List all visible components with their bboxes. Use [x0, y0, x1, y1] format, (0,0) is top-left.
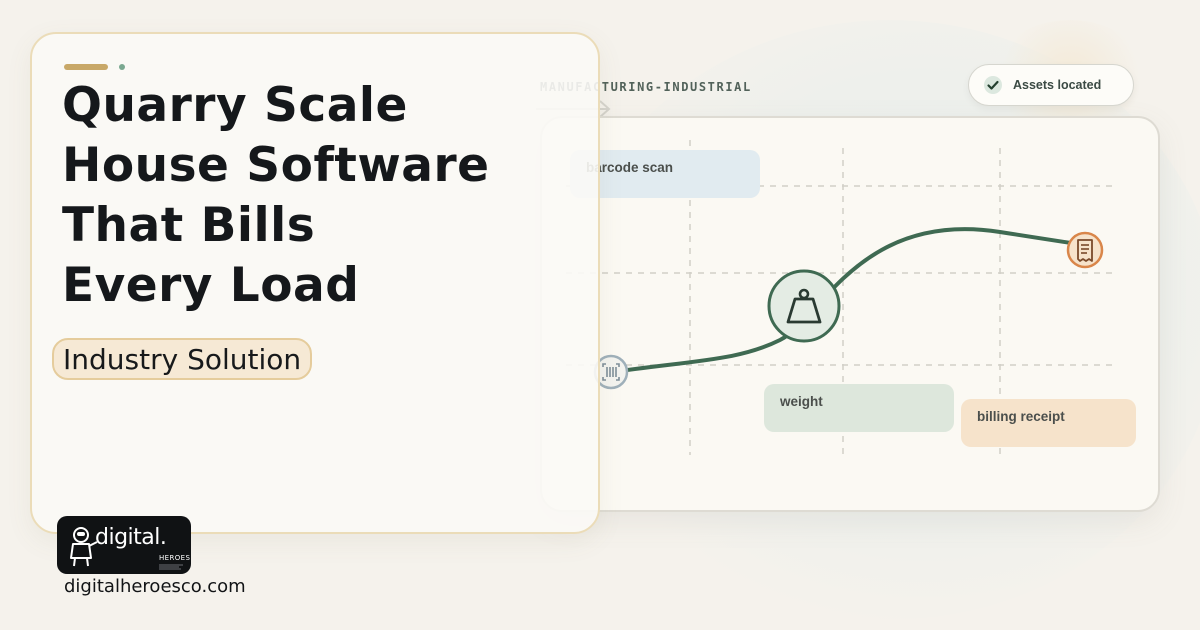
website-link[interactable]: digitalheroesco.com: [64, 576, 246, 597]
step-chip-billing-receipt: billing receipt: [961, 399, 1136, 447]
decorative-bar: [64, 64, 108, 70]
brand-logo[interactable]: digital. HEROES.: [57, 516, 191, 574]
brand-logo-subtext: HEROES.: [159, 554, 191, 562]
page-title: Quarry Scale House Software That Bills E…: [62, 76, 582, 316]
assets-status-text: Assets located: [1013, 78, 1102, 92]
title-line: Quarry Scale: [62, 78, 408, 133]
decorative-dot: [119, 64, 125, 70]
brand-logo-text: digital.: [95, 525, 167, 550]
flow-path: [610, 227, 1088, 374]
logo-detail-lines: [159, 564, 183, 570]
receipt-icon: [1066, 231, 1104, 269]
step-chip-weight: weight: [764, 384, 954, 432]
title-line: That Bills: [62, 198, 316, 253]
title-line: Every Load: [62, 258, 360, 313]
check-icon: [984, 76, 1002, 94]
category-badge: Industry Solution: [52, 338, 313, 380]
weight-icon: [767, 269, 841, 343]
assets-status-badge: Assets located: [968, 64, 1134, 106]
title-line: House Software: [62, 138, 490, 193]
